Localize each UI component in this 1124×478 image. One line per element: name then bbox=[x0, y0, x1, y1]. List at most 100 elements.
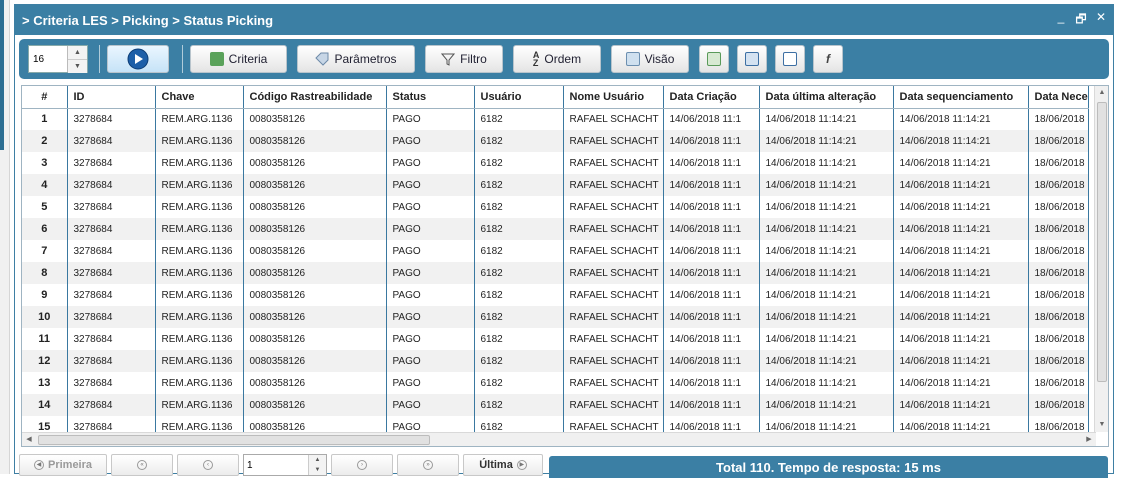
row-number: 7 bbox=[22, 240, 68, 262]
toolbar: ▲ ▼ Criteria Parâmetros Filtro AZ Ordem bbox=[19, 39, 1109, 79]
table-cell: 0080358126 bbox=[243, 152, 387, 174]
table-cell: 0080358126 bbox=[243, 174, 387, 196]
column-header[interactable]: Chave bbox=[155, 86, 244, 109]
table-cell: 0080358126 bbox=[243, 108, 387, 130]
table-cell: 6182 bbox=[474, 372, 564, 394]
table-cell: RAFAEL SCHACHT bbox=[563, 130, 664, 152]
column-header[interactable]: ID bbox=[67, 86, 156, 109]
play-icon bbox=[127, 48, 149, 70]
prev-page-button[interactable]: ‹ bbox=[177, 454, 239, 476]
table-cell: RAFAEL SCHACHT bbox=[563, 306, 664, 328]
last-page-label: Última bbox=[479, 459, 513, 471]
table-cell: PAGO bbox=[386, 372, 475, 394]
column-header[interactable]: Código Rastreabilidade bbox=[243, 86, 387, 109]
column-header[interactable]: Usuário bbox=[474, 86, 564, 109]
criteria-button[interactable]: Criteria bbox=[190, 45, 287, 73]
vertical-scrollbar[interactable]: ▲ ▼ bbox=[1094, 86, 1108, 432]
horizontal-scroll-thumb[interactable] bbox=[38, 435, 430, 445]
page-up-icon[interactable]: ▲ bbox=[309, 455, 326, 465]
table-row[interactable]: 11 3278684 REM.ARG.1136 0080358126 PAGO 6182 R… bbox=[22, 328, 1089, 350]
row-number: 13 bbox=[22, 372, 68, 394]
scroll-right-icon[interactable]: ▶ bbox=[1082, 433, 1096, 446]
table-cell: 6182 bbox=[474, 218, 564, 240]
next-page-button[interactable]: › bbox=[331, 454, 393, 476]
table-cell: 3278684 bbox=[67, 152, 156, 174]
table-cell: 14/06/2018 11:14:21 bbox=[759, 152, 894, 174]
save-button[interactable] bbox=[737, 45, 767, 73]
vertical-scroll-thumb[interactable] bbox=[1097, 102, 1107, 382]
table-cell: 18/06/2018 bbox=[1028, 372, 1089, 394]
window-titlebar[interactable]: > Criteria LES > Picking > Status Pickin… bbox=[15, 5, 1113, 35]
close-icon[interactable]: ✕ bbox=[1095, 10, 1107, 31]
last-page-button[interactable]: Última ▶ bbox=[463, 454, 543, 476]
prev-block-button[interactable]: « bbox=[111, 454, 173, 476]
table-cell: REM.ARG.1136 bbox=[155, 130, 244, 152]
table-cell: PAGO bbox=[386, 284, 475, 306]
minimize-icon[interactable]: _ bbox=[1055, 10, 1067, 31]
scroll-left-icon[interactable]: ◀ bbox=[22, 433, 36, 446]
stepper-down-icon[interactable]: ▼ bbox=[68, 59, 87, 73]
table-cell: 3278684 bbox=[67, 108, 156, 130]
run-button[interactable] bbox=[107, 45, 169, 73]
filtro-label: Filtro bbox=[460, 52, 487, 66]
rows-per-page-input[interactable] bbox=[29, 46, 67, 72]
table-row[interactable]: 9 3278684 REM.ARG.1136 0080358126 PAGO 6182 RA… bbox=[22, 284, 1089, 306]
table-row[interactable]: 14 3278684 REM.ARG.1136 0080358126 PAGO 6182 R… bbox=[22, 394, 1089, 416]
table-cell: PAGO bbox=[386, 328, 475, 350]
code-button[interactable] bbox=[775, 45, 805, 73]
column-header[interactable]: Status bbox=[386, 86, 475, 109]
column-header[interactable]: # bbox=[22, 86, 68, 109]
table-cell: 14/06/2018 11:14:21 bbox=[759, 394, 894, 416]
filtro-button[interactable]: Filtro bbox=[425, 45, 503, 73]
table-cell: 6182 bbox=[474, 130, 564, 152]
table-row[interactable]: 3 3278684 REM.ARG.1136 0080358126 PAGO 6182 RA… bbox=[22, 152, 1089, 174]
table-cell: RAFAEL SCHACHT bbox=[563, 284, 664, 306]
column-header[interactable]: Data última alteração bbox=[759, 86, 894, 109]
ordem-button[interactable]: AZ Ordem bbox=[513, 45, 601, 73]
scroll-down-icon[interactable]: ▼ bbox=[1095, 418, 1108, 432]
table-cell: PAGO bbox=[386, 152, 475, 174]
table-cell: RAFAEL SCHACHT bbox=[563, 152, 664, 174]
table-cell: 14/06/2018 11:14:21 bbox=[759, 306, 894, 328]
table-row[interactable]: 1 3278684 REM.ARG.1136 0080358126 PAGO 6182 RA… bbox=[22, 108, 1089, 130]
table-cell: REM.ARG.1136 bbox=[155, 394, 244, 416]
visao-button[interactable]: Visão bbox=[611, 45, 689, 73]
page-number-stepper: ▲ ▼ bbox=[243, 454, 327, 476]
column-header[interactable]: Nome Usuário bbox=[563, 86, 664, 109]
parametros-button[interactable]: Parâmetros bbox=[297, 45, 415, 73]
horizontal-scrollbar[interactable]: ◀ ▶ bbox=[22, 432, 1096, 446]
table-cell: 14/06/2018 11:14:21 bbox=[759, 240, 894, 262]
table-row[interactable]: 4 3278684 REM.ARG.1136 0080358126 PAGO 6182 RA… bbox=[22, 174, 1089, 196]
export-button[interactable] bbox=[699, 45, 729, 73]
column-header[interactable]: Data sequenciamento bbox=[893, 86, 1029, 109]
code-icon bbox=[783, 52, 797, 66]
function-button[interactable]: f bbox=[813, 45, 843, 73]
results-table: # ID Chave Código Rastreabilidade Status Usuá… bbox=[22, 86, 1089, 438]
table-cell: 14/06/2018 11:1 bbox=[663, 394, 760, 416]
column-header[interactable]: Data Nece bbox=[1028, 86, 1089, 109]
table-cell: 14/06/2018 11:1 bbox=[663, 262, 760, 284]
restore-icon[interactable]: 🗗 bbox=[1075, 10, 1087, 31]
table-row[interactable]: 6 3278684 REM.ARG.1136 0080358126 PAGO 6182 RA… bbox=[22, 218, 1089, 240]
table-cell: 14/06/2018 11:14:21 bbox=[759, 262, 894, 284]
table-row[interactable]: 5 3278684 REM.ARG.1136 0080358126 PAGO 6182 RA… bbox=[22, 196, 1089, 218]
table-row[interactable]: 12 3278684 REM.ARG.1136 0080358126 PAGO 6182 R… bbox=[22, 350, 1089, 372]
table-row[interactable]: 13 3278684 REM.ARG.1136 0080358126 PAGO 6182 R… bbox=[22, 372, 1089, 394]
first-page-button[interactable]: ◀ Primeira bbox=[19, 454, 107, 476]
table-row[interactable]: 8 3278684 REM.ARG.1136 0080358126 PAGO 6182 RA… bbox=[22, 262, 1089, 284]
table-row[interactable]: 7 3278684 REM.ARG.1136 0080358126 PAGO 6182 RA… bbox=[22, 240, 1089, 262]
table-cell: 18/06/2018 bbox=[1028, 306, 1089, 328]
table-row[interactable]: 2 3278684 REM.ARG.1136 0080358126 PAGO 6182 RA… bbox=[22, 130, 1089, 152]
table-cell: 6182 bbox=[474, 108, 564, 130]
table-row[interactable]: 10 3278684 REM.ARG.1136 0080358126 PAGO 6182 R… bbox=[22, 306, 1089, 328]
double-left-icon: « bbox=[137, 460, 147, 470]
table-cell: REM.ARG.1136 bbox=[155, 284, 244, 306]
table-cell: 18/06/2018 bbox=[1028, 240, 1089, 262]
scroll-up-icon[interactable]: ▲ bbox=[1095, 86, 1108, 100]
row-number: 9 bbox=[22, 284, 68, 306]
next-block-button[interactable]: » bbox=[397, 454, 459, 476]
column-header[interactable]: Data Criação bbox=[663, 86, 760, 109]
stepper-up-icon[interactable]: ▲ bbox=[68, 46, 87, 59]
table-cell: 3278684 bbox=[67, 350, 156, 372]
page-number-input[interactable] bbox=[244, 455, 308, 475]
